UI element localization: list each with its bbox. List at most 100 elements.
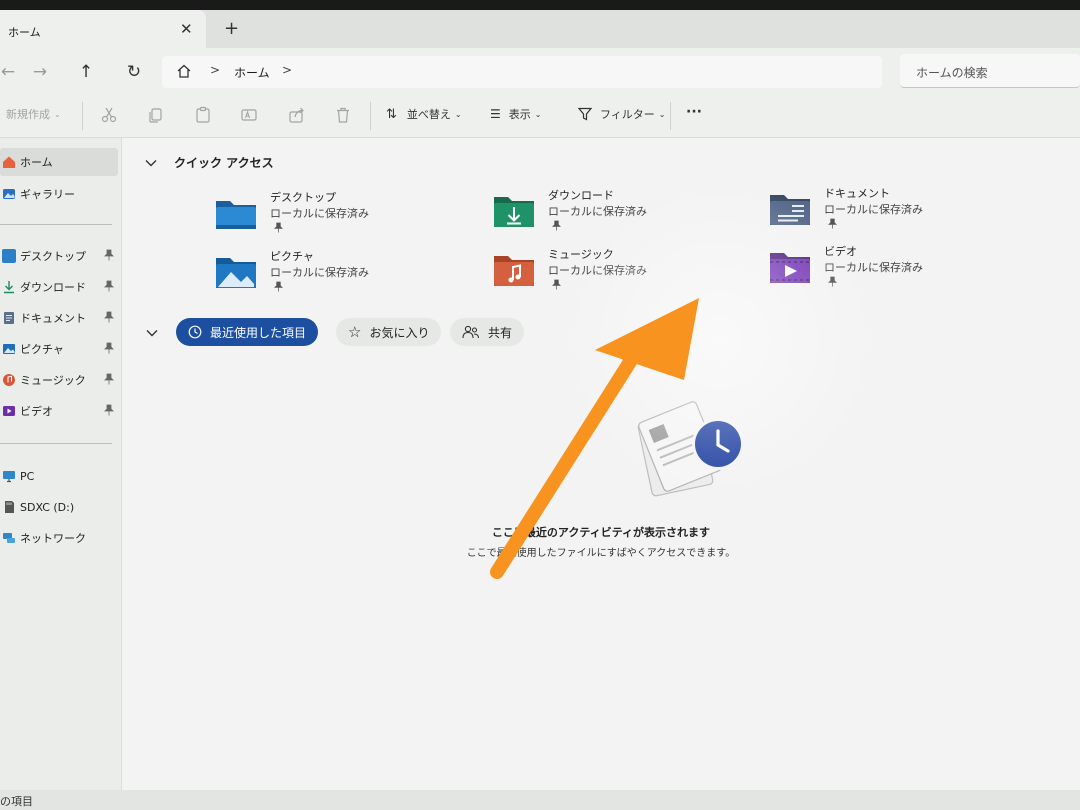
sort-button[interactable]: ⇅ 並べ替え ⌄ [386, 106, 462, 122]
search-input[interactable]: ホームの検索 [900, 54, 1080, 88]
qa-item-status: ローカルに保存済み [548, 205, 647, 218]
divider [82, 102, 83, 130]
tab-recent[interactable]: 最近使用した項目 [176, 318, 319, 346]
item-count: の項目 [0, 795, 33, 808]
pin-icon [552, 279, 561, 290]
chevron-down-icon: ⌄ [658, 109, 666, 119]
breadcrumb-home[interactable]: ホーム [234, 64, 270, 81]
navigation-bar: ← → ↑ ↻ > ホーム > ホームの検索 [0, 48, 1080, 94]
share-icon[interactable] [288, 106, 306, 124]
arrow-right-icon[interactable]: → [30, 62, 50, 82]
tab-shared-label: 共有 [488, 325, 513, 340]
quick-access-item-music[interactable]: ミュージック ローカルに保存済み [492, 246, 732, 300]
home-icon [3, 156, 15, 168]
sidebar-item-gallery[interactable]: ギャラリー [0, 180, 118, 208]
chevron-down-icon[interactable] [144, 158, 158, 168]
sidebar-item-music[interactable]: ミュージック [0, 366, 118, 394]
sidebar-item-network[interactable]: ネットワーク [0, 524, 118, 552]
desktop-folder-icon [2, 249, 16, 263]
qa-item-status: ローカルに保存済み [824, 261, 923, 274]
tab-favorites[interactable]: ☆ お気に入り [336, 318, 442, 346]
chevron-down-icon[interactable] [145, 328, 159, 338]
plus-icon[interactable]: + [224, 18, 239, 39]
quick-access-item-downloads[interactable]: ダウンロード ローカルに保存済み [492, 187, 732, 241]
cut-icon[interactable] [100, 106, 118, 124]
close-icon[interactable]: ✕ [180, 20, 193, 38]
pictures-icon [3, 344, 15, 354]
sidebar-item-label: ピクチャ [20, 343, 64, 356]
new-label: 新規作成 [6, 108, 50, 121]
sidebar-item-videos[interactable]: ビデオ [0, 397, 118, 425]
pin-icon[interactable] [104, 311, 114, 323]
pin-icon [828, 218, 837, 229]
pin-icon[interactable] [104, 373, 114, 385]
quick-access-item-videos[interactable]: ビデオ ローカルに保存済み [768, 243, 1008, 297]
pin-icon[interactable] [104, 249, 114, 261]
quick-access-item-pictures[interactable]: ピクチャ ローカルに保存済み [214, 248, 454, 302]
paste-icon[interactable] [194, 106, 212, 124]
arrow-left-icon[interactable]: ← [0, 62, 18, 82]
qa-item-name: デスクトップ [270, 191, 336, 204]
more-options-button[interactable]: ··· [686, 104, 702, 120]
sidebar-item-desktop[interactable]: デスクトップ [0, 242, 118, 270]
divider [0, 224, 112, 225]
pin-icon[interactable] [104, 404, 114, 416]
qa-item-status: ローカルに保存済み [548, 264, 647, 277]
filter-label: フィルター [600, 108, 655, 121]
pin-icon[interactable] [104, 342, 114, 354]
quick-access-item-documents[interactable]: ドキュメント ローカルに保存済み [768, 185, 1008, 239]
sidebar-item-pictures[interactable]: ピクチャ [0, 335, 118, 363]
pictures-folder-icon [216, 258, 256, 288]
sidebar-item-label: SDXC (D:) [20, 500, 75, 514]
sort-icon: ⇅ [386, 106, 397, 122]
music-folder-icon [494, 256, 534, 286]
filter-button[interactable]: フィルター ⌄ [578, 106, 665, 122]
rename-icon[interactable] [240, 106, 258, 124]
trash-icon[interactable] [334, 106, 352, 124]
quick-access-header[interactable]: クイック アクセス [144, 154, 274, 171]
home-icon[interactable] [176, 63, 192, 79]
new-button[interactable]: 新規作成 ⌄ [6, 106, 61, 122]
pin-icon [552, 220, 561, 231]
video-icon [3, 406, 15, 416]
qa-item-status: ローカルに保存済み [270, 207, 369, 220]
pin-icon [274, 222, 283, 233]
chevron-down-icon: ⌄ [534, 109, 542, 119]
download-folder-icon [494, 197, 534, 227]
sidebar-item-documents[interactable]: ドキュメント [0, 304, 118, 332]
video-folder-icon [770, 253, 810, 283]
sidebar-item-label: ホーム [20, 156, 53, 169]
empty-state-title: ここに最近のアクティビティが表示されます [491, 526, 711, 539]
sd-card-icon [5, 501, 14, 513]
sidebar-item-downloads[interactable]: ダウンロード [0, 273, 118, 301]
sidebar-item-sd-card[interactable]: SDXC (D:) [0, 493, 118, 521]
refresh-icon[interactable]: ↻ [124, 62, 144, 82]
qa-item-status: ローカルに保存済み [824, 203, 923, 216]
address-bar[interactable]: > ホーム > [162, 56, 882, 88]
command-bar: 新規作成 ⌄ ⇅ 並べ替え ⌄ ☰ 表示 ⌄ フィルター ⌄ ··· [0, 94, 1080, 138]
chevron-down-icon: ⌄ [454, 109, 462, 119]
sidebar-item-pc[interactable]: PC [0, 462, 118, 490]
quick-access-item-desktop[interactable]: デスクトップ ローカルに保存済み [214, 189, 454, 243]
sort-label: 並べ替え [406, 108, 451, 121]
screen-top-edge [0, 0, 1080, 10]
tab-shared[interactable]: 共有 [450, 318, 525, 346]
copy-icon[interactable] [146, 106, 164, 124]
view-button[interactable]: ☰ 表示 ⌄ [490, 106, 541, 122]
network-icon [3, 533, 15, 543]
pc-icon [3, 471, 15, 483]
tab-home[interactable]: ホーム ✕ [0, 10, 206, 48]
music-icon [3, 374, 15, 386]
search-placeholder: ホームの検索 [916, 66, 988, 80]
sidebar-item-label: ネットワーク [20, 532, 86, 545]
sidebar-item-home[interactable]: ホーム [0, 148, 118, 176]
pin-icon [274, 281, 283, 292]
qa-item-name: ダウンロード [548, 189, 614, 202]
chevron-right-icon[interactable]: > [282, 63, 292, 77]
pin-icon[interactable] [104, 280, 114, 292]
arrow-up-icon[interactable]: ↑ [76, 62, 96, 82]
chevron-right-icon: > [210, 63, 221, 77]
sidebar-item-label: デスクトップ [20, 250, 86, 263]
view-icon: ☰ [490, 107, 501, 121]
pin-icon [828, 276, 837, 287]
